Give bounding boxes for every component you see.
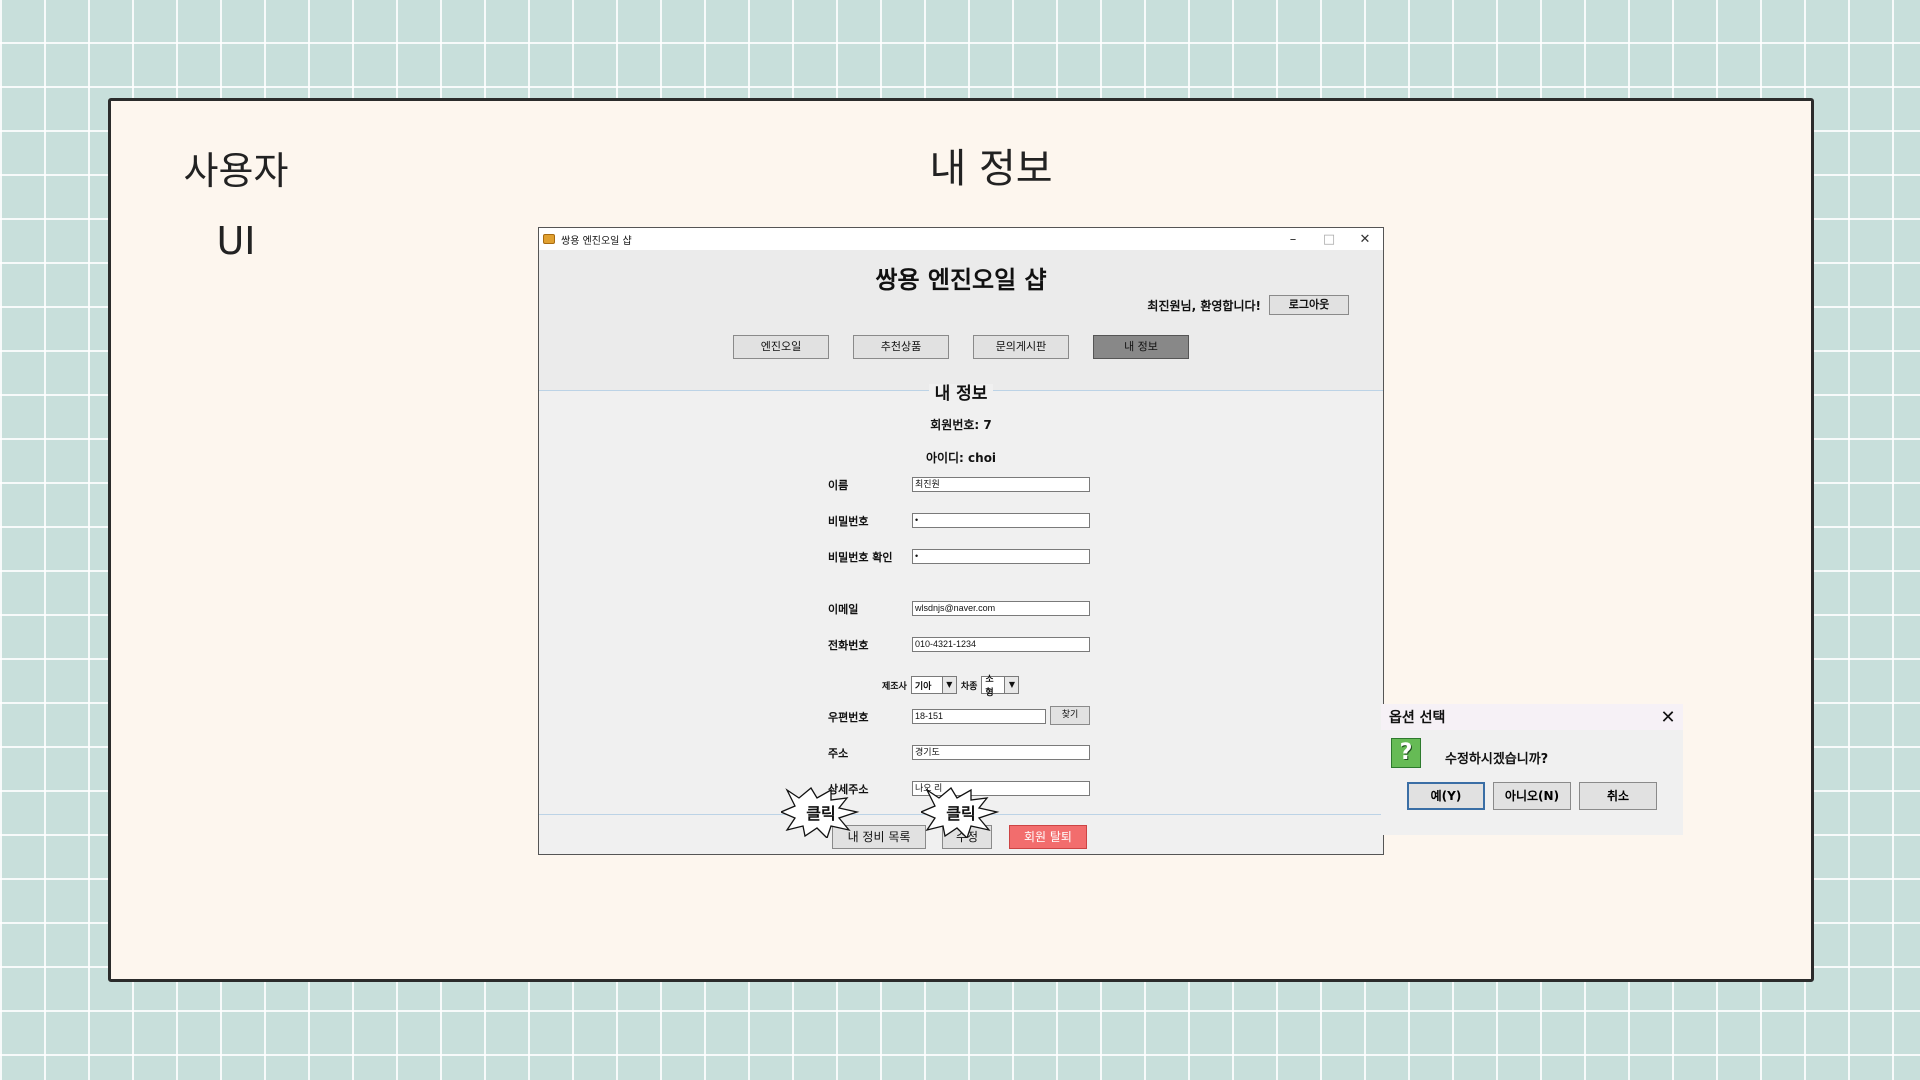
dialog-message: 수정하시겠습니까? [1445,752,1549,767]
maker-value: 기아 [914,681,932,692]
maximize-icon[interactable]: □ [1311,232,1347,247]
user-id: 아이디: choi [925,451,997,465]
confirm-dialog: 옵션 선택 ✕ ? 수정하시겠습니까? 예(Y) 아니오(N) 취소 [1381,704,1683,835]
password-confirm-field[interactable]: • [912,549,1090,564]
member-number: 회원번호: 7 [930,418,992,432]
click-marker-edit: 클릭 [921,786,1001,838]
nav-inquiry-board[interactable]: 문의게시판 [973,335,1069,359]
nav-engine-oil[interactable]: 엔진오일 [733,335,829,359]
withdraw-button[interactable]: 회원 탈퇴 [1009,825,1087,849]
maker-select[interactable]: 기아 ▼ [910,676,957,694]
question-icon: ? [1391,738,1421,768]
chevron-down-icon[interactable]: ▼ [941,677,956,693]
vehicle-row: 제조사 기아 ▼ 차종 소형 ▼ [882,675,1020,698]
zipcode-label: 우편번호 [828,711,869,724]
main-nav: 엔진오일 추천상품 문의게시판 내 정보 [539,335,1383,359]
maker-label: 제조사 [882,681,907,692]
no-button[interactable]: 아니오(N) [1493,782,1571,810]
car-type-select[interactable]: 소형 ▼ [981,675,1020,698]
car-type-value: 소형 [985,675,994,698]
address-label: 주소 [828,747,849,760]
click-marker-label: 클릭 [806,804,836,823]
dialog-body: ? 수정하시겠습니까? 예(Y) 아니오(N) 취소 [1381,730,1683,835]
side-label-ui: UI [216,219,256,263]
window-titlebar: 쌍용 엔진오일 샵 – □ ✕ [539,228,1383,250]
password-label: 비밀번호 [828,515,869,528]
email-field[interactable]: wlsdnjs@naver.com [912,601,1090,616]
app-icon [543,234,555,244]
name-label: 이름 [828,479,849,492]
click-marker-list: 클릭 [781,786,861,838]
phone-label: 전화번호 [828,639,869,652]
address-field[interactable]: 경기도 [912,745,1090,760]
app-window: 쌍용 엔진오일 샵 – □ ✕ 쌍용 엔진오일 샵 최진원님, 환영합니다! 로… [538,227,1384,855]
nav-recommended[interactable]: 추천상품 [853,335,949,359]
password-confirm-label: 비밀번호 확인 [828,551,893,564]
yes-button[interactable]: 예(Y) [1407,782,1485,810]
profile-panel: 내 정보 회원번호: 7 아이디: choi 이름 최진원 비밀번호 • 비밀번… [539,384,1383,816]
find-address-button[interactable]: 찾기 [1050,706,1090,725]
name-field[interactable]: 최진원 [912,477,1090,492]
dialog-titlebar: 옵션 선택 ✕ [1381,704,1683,730]
section-title: 내 정보 [928,384,994,404]
close-icon[interactable]: ✕ [1653,707,1683,728]
welcome-text: 최진원님, 환영합니다! [1147,298,1261,313]
phone-field[interactable]: 010-4321-1234 [912,637,1090,652]
app-title: 쌍용 엔진오일 샵 [875,266,1047,294]
window-title: 쌍용 엔진오일 샵 [561,235,632,247]
password-field[interactable]: • [912,513,1090,528]
logout-button[interactable]: 로그아웃 [1269,295,1349,315]
car-type-label: 차종 [960,681,978,692]
nav-my-info[interactable]: 내 정보 [1093,335,1189,359]
cancel-button[interactable]: 취소 [1579,782,1657,810]
dialog-title: 옵션 선택 [1389,710,1446,726]
zipcode-field[interactable]: 18-151 [912,709,1046,724]
slide-title: 내 정보 [929,146,1053,192]
app-header: 쌍용 엔진오일 샵 최진원님, 환영합니다! 로그아웃 엔진오일 추천상품 문의… [539,250,1383,390]
chevron-down-icon[interactable]: ▼ [1004,677,1019,693]
click-marker-label: 클릭 [946,804,976,823]
close-icon[interactable]: ✕ [1347,232,1383,247]
minimize-icon[interactable]: – [1275,232,1311,247]
email-label: 이메일 [828,603,859,616]
